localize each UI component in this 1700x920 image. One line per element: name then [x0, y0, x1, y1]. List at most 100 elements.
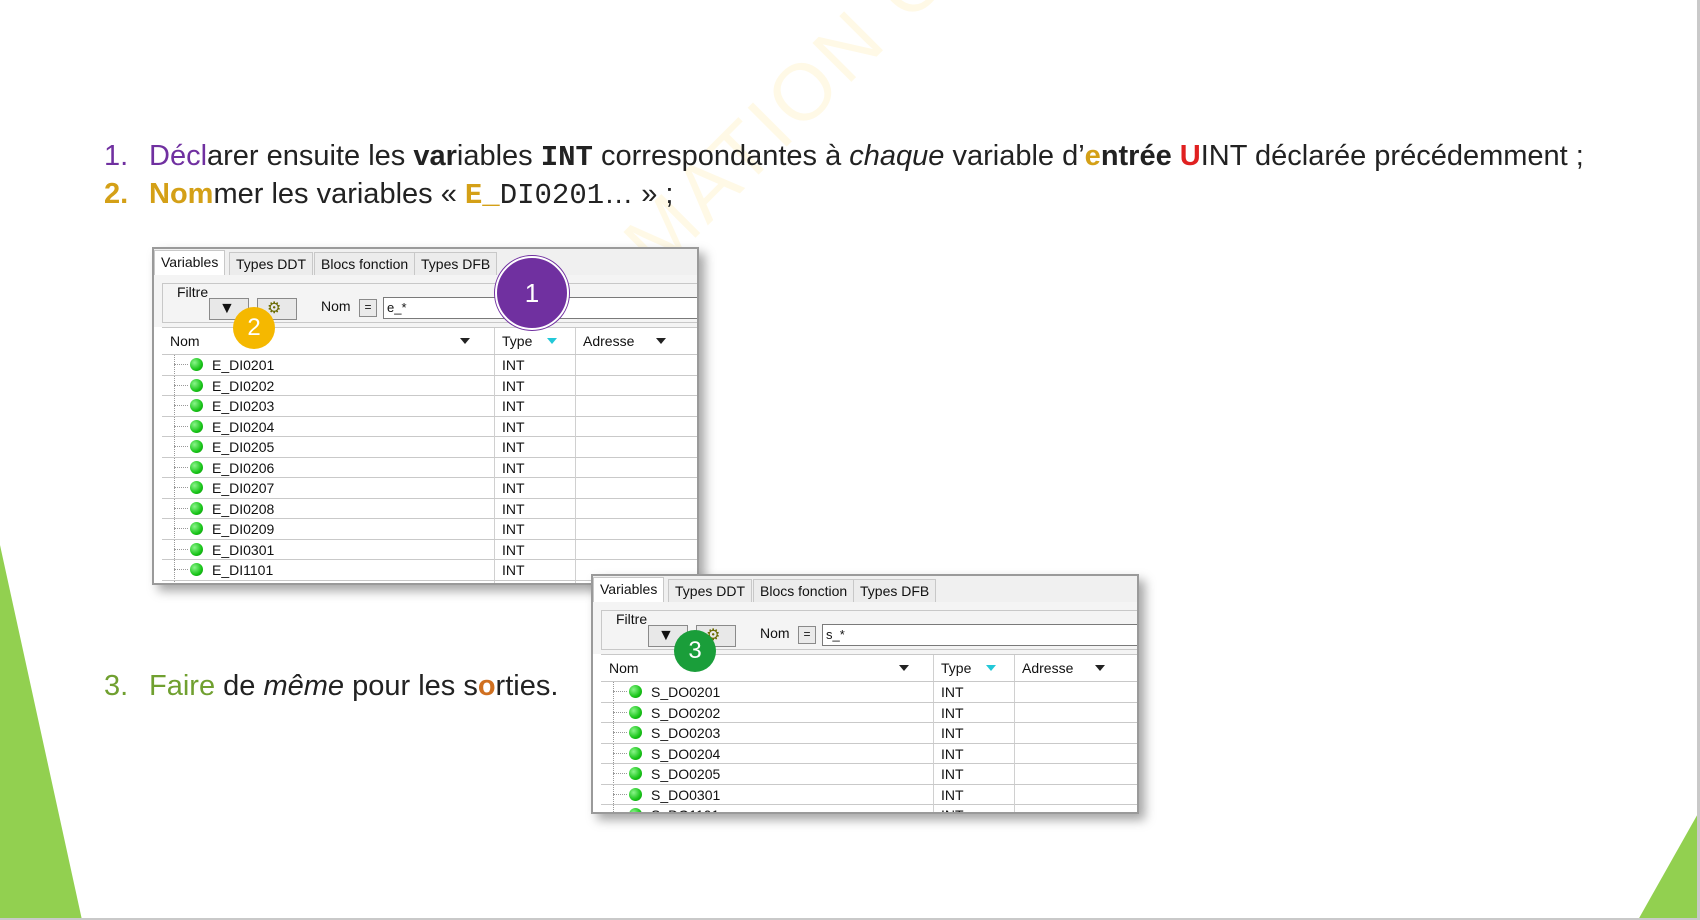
chevron-down-icon[interactable] [899, 665, 909, 671]
variable-status-icon [190, 460, 203, 474]
column-divider [575, 437, 576, 457]
text-segment: Faire [149, 670, 216, 702]
column-divider [575, 478, 576, 498]
text-segment: INT déclarée précédemment ; [1200, 140, 1584, 172]
tab-types-dfb[interactable]: Types DFB [414, 252, 498, 275]
table-row[interactable]: S_DO0301 INT [601, 784, 1137, 805]
column-divider [1014, 655, 1015, 681]
variable-status-icon [629, 746, 642, 760]
cell-name: S_DO0202 [651, 704, 721, 721]
column-header-type[interactable]: Type [502, 333, 532, 349]
instruction-step-1: 1. Déclarer ensuite les variables INT cor… [104, 138, 1584, 176]
column-divider [575, 375, 576, 396]
chevron-down-icon[interactable] [656, 338, 666, 344]
variable-status-icon [190, 419, 203, 433]
cell-type: INT [502, 480, 525, 496]
tree-branch [174, 466, 188, 468]
tree-branch [613, 732, 627, 733]
cell-type: INT [502, 357, 525, 373]
cell-name: E_DI1102 [212, 582, 273, 584]
tab-variables[interactable]: Variables [593, 577, 665, 603]
equals-button[interactable]: = [798, 626, 816, 644]
column-divider [494, 539, 495, 560]
cell-type: INT [502, 521, 525, 537]
tab-types-ddt[interactable]: Types DDT [229, 252, 314, 275]
cell-type: INT [941, 725, 964, 741]
column-divider [1014, 805, 1015, 812]
tab-bar: Variables Types DDT Blocs fonction Types… [154, 249, 697, 276]
column-divider [494, 328, 495, 354]
callout-badge-3: 3 [674, 630, 716, 672]
sort-down-icon[interactable] [986, 665, 996, 671]
sort-down-icon[interactable] [547, 338, 557, 344]
column-header-nom[interactable]: Nom [609, 660, 639, 676]
text-segment: mer les variables « [213, 178, 465, 210]
tree-branch [174, 364, 188, 365]
column-header-adresse[interactable]: Adresse [1022, 660, 1073, 676]
tree-branch [174, 507, 188, 509]
filter-label: Filtre [614, 611, 650, 627]
table-row[interactable]: E_DI0201 INT [162, 355, 697, 376]
text-segment: rties. [495, 670, 559, 702]
table-row[interactable]: E_DI0202 INT [162, 375, 697, 396]
table-row[interactable]: S_DO0204 INT [601, 743, 1137, 764]
column-header-adresse[interactable]: Adresse [583, 333, 634, 349]
tree-branch [174, 548, 188, 550]
column-header-type[interactable]: Type [941, 660, 971, 676]
tree-branch [613, 711, 627, 713]
column-divider [575, 355, 576, 375]
tab-blocs-fonction[interactable]: Blocs fonction [753, 579, 855, 602]
funnel-icon: ▼ [219, 300, 235, 317]
cell-type: INT [502, 500, 525, 517]
text-segment: correspondantes à [592, 140, 850, 172]
table-row[interactable]: E_DI0206 INT [162, 457, 697, 478]
slide-green-triangle-left [0, 545, 82, 920]
variable-status-icon [190, 378, 203, 392]
tab-blocs-fonction[interactable]: Blocs fonction [314, 252, 416, 275]
column-divider [494, 355, 495, 375]
table-row[interactable]: S_DO0203 INT [601, 723, 1137, 744]
equals-button[interactable]: = [359, 299, 377, 317]
tree-branch [174, 528, 188, 529]
table-row[interactable]: E_DI0208 INT [162, 498, 697, 519]
filter-name-input[interactable]: s_* [822, 624, 1137, 646]
table-row[interactable]: E_DI0207 INT [162, 478, 697, 499]
tab-variables[interactable]: Variables [154, 250, 226, 276]
table-row[interactable]: E_DI0301 INT [162, 539, 697, 560]
variables-panel-outputs: Variables Types DDT Blocs fonction Types… [591, 574, 1139, 814]
column-divider [933, 702, 934, 723]
table-row[interactable]: S_DO0205 INT [601, 764, 1137, 785]
column-divider [575, 457, 576, 478]
tab-types-dfb[interactable]: Types DFB [853, 579, 937, 602]
cell-type: INT [502, 582, 525, 584]
text-segment: o [477, 670, 496, 702]
column-divider [494, 416, 495, 437]
variable-status-icon [190, 563, 203, 576]
variable-status-icon [629, 767, 642, 780]
table-row[interactable]: E_DI0204 INT [162, 416, 697, 437]
tree-branch [613, 793, 627, 795]
variable-status-icon [629, 787, 642, 801]
variable-status-icon [190, 440, 203, 453]
table-row[interactable]: S_DO0202 INT [601, 702, 1137, 723]
table-row[interactable]: S_DO0201 INT [601, 682, 1137, 703]
chevron-down-icon[interactable] [1095, 665, 1105, 671]
grid-body: S_DO0201 INT S_DO0202 INT S_DO0203 INT S_DO020… [601, 682, 1137, 812]
cell-name: S_DO0201 [651, 684, 721, 700]
step-number: 3. [104, 670, 129, 702]
column-divider [933, 723, 934, 743]
table-row[interactable]: E_DI0209 INT [162, 519, 697, 540]
chevron-down-icon[interactable] [460, 338, 470, 344]
variable-status-icon [190, 522, 203, 535]
cell-name: S_DO0204 [651, 745, 721, 762]
nom-label: Nom [321, 298, 351, 314]
cell-name: E_DI0201 [212, 357, 275, 373]
cell-name: E_DI0205 [212, 439, 275, 455]
column-divider [494, 498, 495, 519]
table-row[interactable]: E_DI0203 INT [162, 396, 697, 417]
table-row[interactable]: S_DO1101 INT [601, 805, 1137, 812]
tab-types-ddt[interactable]: Types DDT [668, 579, 753, 602]
cell-name: E_DI0209 [212, 521, 275, 537]
table-row[interactable]: E_DI0205 INT [162, 437, 697, 458]
column-header-nom[interactable]: Nom [170, 333, 200, 349]
